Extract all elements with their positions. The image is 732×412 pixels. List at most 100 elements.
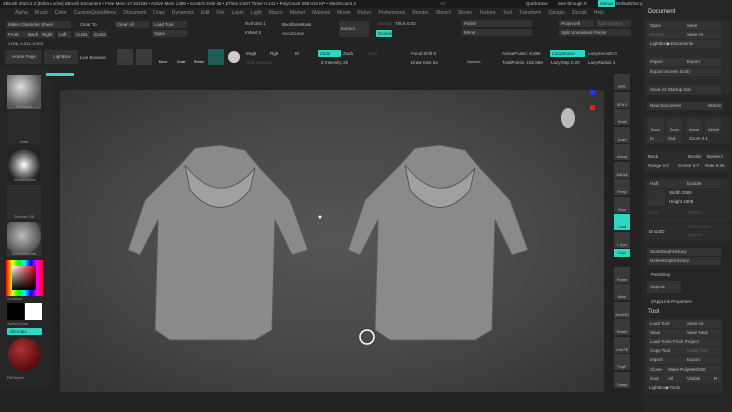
tool-import-button[interactable]: Import [647, 356, 684, 364]
alternate-button[interactable]: Alternate [7, 328, 42, 335]
double-size-button[interactable]: Double [684, 180, 721, 188]
menu-stroke[interactable]: Stroke [458, 8, 472, 18]
lightbox-documents-button[interactable]: Lightbox▶Documents [647, 40, 721, 48]
load-tool-button[interactable]: Load Tool [152, 21, 187, 28]
accept-button[interactable]: Accept [378, 21, 392, 26]
menu-edit[interactable]: Edit [201, 8, 210, 18]
menu-file[interactable]: File [216, 8, 224, 18]
doc-save-button[interactable]: Save [684, 22, 721, 30]
back-color-button[interactable]: Back [648, 154, 658, 159]
secondary-color-swatch[interactable] [25, 303, 42, 320]
dynamic-button[interactable]: Dynamic [467, 60, 481, 64]
back-button[interactable]: Back [26, 31, 40, 38]
subpixel-slider[interactable]: Sub Pixel Size [688, 225, 711, 229]
draw-size-slider[interactable]: Draw Size 64 [411, 60, 438, 65]
menu-zscript[interactable]: Zscript [572, 8, 587, 18]
menu-layer[interactable]: Layer [231, 8, 244, 18]
shelf-local-button[interactable]: Local [614, 214, 630, 230]
doc-export-button[interactable]: Export [684, 58, 721, 66]
menu-tool[interactable]: Tool [503, 8, 512, 18]
fillobject-button[interactable]: FillObject [7, 375, 41, 380]
polish-slider[interactable]: Polish [462, 20, 532, 27]
pro-button[interactable]: Pro [648, 189, 665, 206]
live-boolean-button[interactable]: Live Boolean [80, 55, 106, 60]
shelf-zoom3d-button[interactable]: Zoom3D [614, 301, 630, 318]
crop-button[interactable]: Crop [649, 210, 659, 215]
tool-header[interactable]: Tool [648, 309, 659, 315]
menu-document[interactable]: Document [123, 8, 146, 18]
double-button[interactable]: Double [376, 30, 392, 37]
doc-open-button[interactable]: Open [647, 22, 684, 30]
scale-button[interactable]: Scale [173, 49, 189, 65]
menu-texture[interactable]: Texture [479, 8, 495, 18]
rotate-button[interactable]: Rotate [191, 49, 207, 65]
z-intensity-slider[interactable]: Z Intensity 25 [321, 60, 348, 65]
backface-mask-button[interactable]: BackfaceMask [282, 22, 311, 27]
new-document-button[interactable]: New Document [647, 102, 705, 110]
menu-preferences[interactable]: Preferences [378, 8, 405, 18]
menu-marker[interactable]: Marker [290, 8, 306, 18]
split-hidden-button[interactable]: Split Hidden [596, 20, 631, 27]
shelf-frame-button[interactable]: Frame [614, 266, 630, 283]
menu-transform[interactable]: Transform [519, 8, 542, 18]
cust1-button[interactable]: Cust1 [74, 31, 90, 38]
open-button[interactable]: Open [152, 30, 187, 37]
shelf-move-button[interactable]: Move [614, 284, 630, 300]
switchcolor-button[interactable]: SwitchColor [7, 321, 41, 326]
store-depth-history-button[interactable]: StoreDepthHistory [647, 248, 721, 256]
color-picker-icon[interactable] [228, 51, 240, 63]
clone-button[interactable]: Clone [647, 366, 665, 374]
default-zscript-button[interactable]: DefaultZScript [616, 1, 645, 6]
shelf-spix-3-button[interactable]: SPix 3 [614, 91, 630, 108]
doc-import-button[interactable]: Import [647, 58, 684, 66]
extract-button[interactable]: Extract [339, 21, 369, 37]
m-button[interactable]: M [295, 51, 299, 56]
edit-button[interactable]: Edit [117, 49, 133, 65]
menu-help[interactable]: Help [594, 8, 604, 18]
export-screen-grab-button[interactable]: Export Screen Grab [647, 68, 721, 76]
shelf-zoom-button[interactable]: Zoom [614, 126, 630, 143]
zoom-in-button[interactable]: In [647, 135, 664, 143]
thick-slider[interactable]: Thick 0.02 [395, 21, 416, 26]
optimize-slider[interactable]: Optimize [688, 233, 702, 237]
menu-macro[interactable]: Macro [269, 8, 283, 18]
see-through-slider[interactable]: See-through 0 [558, 1, 587, 6]
viewport-canvas[interactable] [60, 90, 604, 392]
mrgb-button[interactable]: Mrgb [246, 51, 256, 56]
quicksave-button[interactable]: QuickSave [526, 1, 548, 6]
doc-scroll-button[interactable]: Scroll [648, 119, 664, 133]
zoom-slider[interactable]: Zoom 0.1 [689, 136, 708, 141]
lazyradius-slider[interactable]: LazyRadius 1 [588, 60, 615, 65]
menu-zplugin[interactable]: Zplugin [548, 8, 564, 18]
menu-color[interactable]: Color [55, 8, 67, 18]
menu-customquickmenu[interactable]: CustomQuickMenu [74, 8, 117, 18]
resize-button[interactable]: Resize [688, 210, 702, 215]
border2-button[interactable]: Border2 [707, 154, 723, 159]
menu-material[interactable]: Material [312, 8, 330, 18]
drop3d-button[interactable]: Drop3D [649, 229, 665, 234]
shelf-line-fill-button[interactable]: Line Fill [614, 336, 630, 353]
border-button[interactable]: Border [688, 154, 702, 159]
front-button[interactable]: Front [6, 31, 26, 38]
menu-movie[interactable]: Movie [337, 8, 350, 18]
shelf-floor-button[interactable]: Floor [614, 196, 630, 213]
goz-visible-button[interactable]: Visible [684, 375, 710, 383]
shelf-bpr-button[interactable]: BPR [614, 74, 630, 90]
rgb-intensity-slider[interactable]: Rgb Intensity [246, 60, 272, 65]
fill-color-sphere[interactable] [8, 338, 41, 371]
wsize-button[interactable]: WSize [705, 102, 723, 110]
copy-tool-button[interactable]: Copy Tool [647, 347, 684, 355]
tool-load-button[interactable]: Load Tool [647, 320, 684, 328]
tool-save-as-button[interactable]: Save As [684, 320, 721, 328]
menu-light[interactable]: Light [251, 8, 262, 18]
zadd-button[interactable]: Zadd [318, 50, 341, 57]
tool-save-button[interactable]: Save [647, 329, 684, 337]
split-unmasked-button[interactable]: Split Unmasked Points [559, 29, 631, 36]
menu-dynamics[interactable]: Dynamics [172, 8, 194, 18]
document-header[interactable]: Document [648, 9, 675, 15]
range-slider[interactable]: Range 0.0 [648, 163, 669, 168]
doc-zoom-button[interactable]: Zoom [667, 119, 683, 133]
zsub-button[interactable]: Zsub [343, 51, 353, 56]
clear-all-button[interactable]: Clear All [115, 21, 150, 28]
lazymouse-button[interactable]: LazyMouse [550, 50, 585, 57]
